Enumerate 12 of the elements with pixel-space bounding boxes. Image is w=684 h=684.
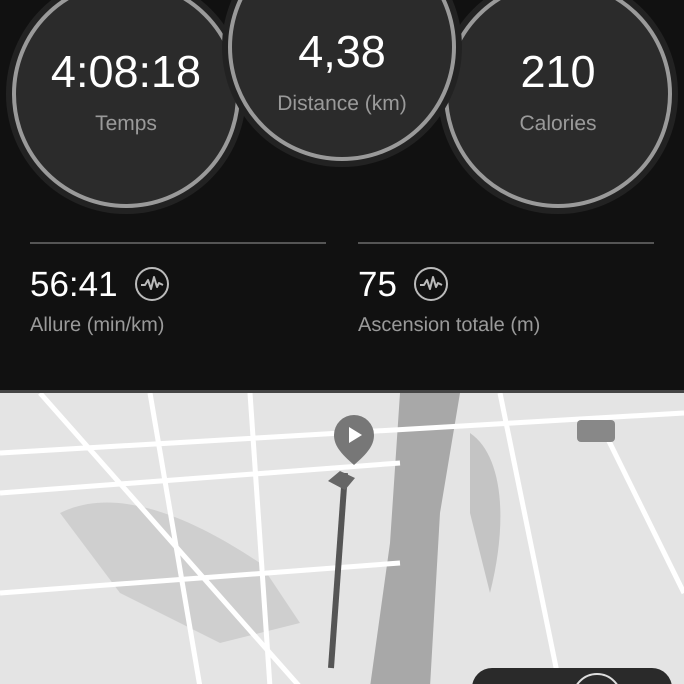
stat-value: 56:41 [30,266,118,302]
stat-label: Temps [95,110,157,137]
stat-value: 210 [520,48,596,94]
stat-label: Distance (km) [277,91,407,117]
stat-value: 75 [358,266,397,302]
stat-label: Allure (min/km) [30,313,166,338]
stat-value: 4:08:18 [50,48,202,94]
heart-rate-icon [412,266,449,302]
stat-label: Ascension totale (m) [358,313,542,338]
heart-rate-icon [134,266,170,302]
stat-value: 4,38 [298,29,386,74]
stat-label: Calories [519,110,597,137]
